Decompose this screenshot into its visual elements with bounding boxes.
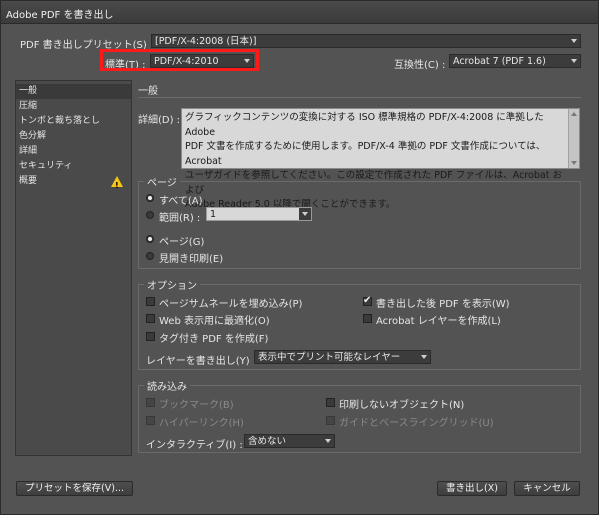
tagged-pdf-label: タグ付き PDF を作成(F): [159, 334, 269, 345]
hyperlinks-checkbox[interactable]: [146, 416, 155, 425]
export-layers-label: レイヤーを書き出し(Y) :: [146, 356, 257, 367]
highlight-box: [100, 49, 259, 71]
chevron-down-icon: [299, 208, 311, 220]
pages-spread-radio[interactable]: [146, 252, 154, 260]
bookmarks-label: ブックマーク(B): [159, 400, 234, 411]
embed-thumbnails-label: ページサムネールを埋め込み(P): [159, 299, 303, 310]
pages-all-label: すべて(A): [159, 196, 203, 207]
save-preset-button[interactable]: プリセットを保存(V)...: [16, 481, 133, 496]
tagged-pdf-checkbox[interactable]: [146, 332, 155, 341]
description-line: グラフィックコンテンツの変換に対する ISO 標準規格の PDF/X-4:200…: [185, 112, 544, 138]
sidebar: 一般 圧縮 トンボと裁ち落とし 色分解 詳細 セキュリティ 概要 !: [15, 80, 132, 456]
pages-range-radio[interactable]: [146, 211, 154, 219]
acrobat-layers-checkbox[interactable]: [363, 314, 372, 323]
description-scrollbar[interactable]: [568, 109, 579, 168]
guides-grids-label: ガイドとベースライングリッド(U): [339, 418, 494, 429]
options-group-title: オプション: [144, 277, 200, 292]
include-group-title: 読み込み: [144, 378, 190, 393]
sidebar-item-compression[interactable]: 圧縮: [16, 99, 131, 114]
nonprinting-objects-label: 印刷しないオブジェクト(N): [339, 400, 465, 411]
compat-dropdown[interactable]: Acrobat 7 (PDF 1.6): [449, 54, 581, 68]
description-textbox[interactable]: グラフィックコンテンツの変換に対する ISO 標準規格の PDF/X-4:200…: [181, 108, 580, 210]
export-pdf-dialog: Adobe PDF を書き出し PDF 書き出しプリセット(S) : [PDF/…: [0, 0, 599, 515]
scroll-down-icon: [571, 161, 577, 165]
chevron-down-icon: [568, 55, 580, 67]
view-after-export-checkbox[interactable]: [363, 295, 372, 306]
pages-range-value: 1: [210, 209, 217, 220]
warning-icon: !: [111, 176, 123, 190]
sidebar-item-marks-bleeds[interactable]: トンボと裁ち落とし: [16, 114, 131, 129]
export-button[interactable]: 書き出し(X): [437, 481, 507, 496]
section-title-general: 一般: [138, 86, 158, 97]
bookmarks-checkbox[interactable]: [146, 398, 155, 407]
pages-all-radio[interactable]: [146, 194, 154, 202]
interactive-dropdown[interactable]: 含めない: [244, 434, 335, 448]
export-layers-value: 表示中でプリント可能なレイヤー: [258, 352, 401, 363]
description-line: PDF 文書を作成するために使用します。PDF/X-4 準拠の PDF 文書作成…: [185, 141, 546, 167]
optimize-web-checkbox[interactable]: [146, 314, 155, 323]
warning-mark: !: [115, 181, 119, 190]
interactive-label: インタラクティブ(I) :: [146, 440, 243, 451]
sidebar-item-output[interactable]: 色分解: [16, 129, 131, 144]
compat-label: 互換性(C) :: [394, 60, 446, 71]
chevron-down-icon: [568, 35, 580, 47]
preset-dropdown[interactable]: [PDF/X-4:2008 (日本)]: [151, 34, 581, 48]
divider: [138, 97, 581, 98]
pages-range-label: 範囲(R) :: [159, 213, 201, 224]
window-title: Adobe PDF を書き出し: [6, 10, 114, 21]
sidebar-item-advanced[interactable]: 詳細: [16, 144, 131, 159]
pages-spread-label: 見開き印刷(E): [159, 254, 224, 265]
interactive-value: 含めない: [248, 436, 287, 447]
chevron-down-icon: [322, 435, 334, 447]
compat-value: Acrobat 7 (PDF 1.6): [453, 56, 546, 67]
export-layers-dropdown[interactable]: 表示中でプリント可能なレイヤー: [254, 350, 431, 364]
title-bar: Adobe PDF を書き出し: [1, 1, 598, 24]
sidebar-item-general[interactable]: 一般: [16, 84, 131, 99]
pages-page-label: ページ(G): [159, 237, 205, 248]
pages-group-title: ページ: [144, 174, 180, 189]
sidebar-item-summary[interactable]: 概要 !: [16, 174, 131, 190]
chevron-down-icon: [418, 351, 430, 363]
pages-range-input[interactable]: 1: [206, 207, 312, 221]
optimize-web-label: Web 表示用に最適化(O): [159, 316, 270, 327]
description-label: 詳細(D) :: [138, 115, 181, 126]
acrobat-layers-label: Acrobat レイヤーを作成(L): [376, 316, 501, 327]
cancel-button[interactable]: キャンセル: [514, 481, 580, 496]
guides-grids-checkbox[interactable]: [326, 416, 335, 425]
hyperlinks-label: ハイパーリンク(H): [159, 418, 244, 429]
sidebar-item-label: 概要: [19, 176, 38, 186]
nonprinting-objects-checkbox[interactable]: [326, 398, 335, 407]
embed-thumbnails-checkbox[interactable]: [146, 297, 155, 306]
scroll-up-icon: [571, 112, 577, 116]
pages-page-radio[interactable]: [146, 235, 154, 243]
sidebar-item-security[interactable]: セキュリティ: [16, 159, 131, 174]
preset-value: [PDF/X-4:2008 (日本)]: [155, 36, 257, 47]
view-after-export-label: 書き出した後 PDF を表示(W): [376, 299, 510, 310]
